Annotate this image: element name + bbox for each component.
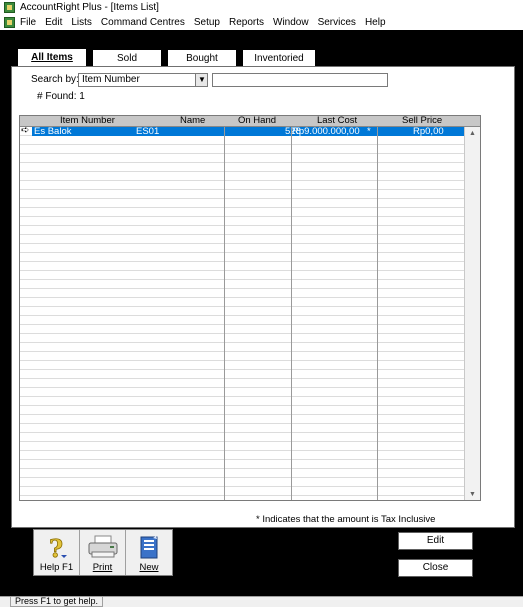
status-text: Press F1 to get help. xyxy=(10,597,104,607)
print-button-label: Print xyxy=(80,562,125,573)
tax-inclusive-note: * Indicates that the amount is Tax Inclu… xyxy=(256,514,436,525)
new-document-icon xyxy=(140,536,158,559)
grid-rows: ➪ Es Balok ES01 528 Rp9.000.000,00 * Rp0… xyxy=(20,125,464,500)
items-grid[interactable]: Item Number Name On Hand Last Cost Sell … xyxy=(19,115,481,501)
menu-file[interactable]: File xyxy=(20,16,36,29)
table-row[interactable]: Es Balok ES01 528 Rp9.000.000,00 * Rp0,0… xyxy=(32,127,464,136)
cell-sell-price: Rp0,00 xyxy=(413,126,444,137)
tab-inventoried-label: Inventoried xyxy=(254,53,304,64)
menu-edit[interactable]: Edit xyxy=(45,16,62,29)
found-label: # Found: xyxy=(37,91,77,102)
document-icon[interactable] xyxy=(4,17,15,28)
help-button[interactable]: ? Help F1 xyxy=(34,530,80,575)
new-button[interactable]: New xyxy=(126,530,172,575)
printer-icon xyxy=(88,535,117,558)
menu-command-centres[interactable]: Command Centres xyxy=(101,16,185,29)
tab-bought[interactable]: Bought xyxy=(167,49,237,67)
menu-window[interactable]: Window xyxy=(273,16,309,29)
new-label-text: New xyxy=(139,562,159,573)
column-header-sell-price[interactable]: Sell Price xyxy=(402,116,442,126)
title-bar: AccountRight Plus - [Items List] xyxy=(0,0,523,15)
column-header-item-number[interactable]: Item Number xyxy=(60,116,115,126)
status-bar: Press F1 to get help. xyxy=(0,596,523,607)
tab-sold[interactable]: Sold xyxy=(92,49,162,67)
menu-setup[interactable]: Setup xyxy=(194,16,220,29)
column-divider xyxy=(291,127,292,500)
search-by-select[interactable]: Item Number ▼ xyxy=(78,73,208,87)
column-header-on-hand[interactable]: On Hand xyxy=(238,116,276,126)
help-button-label: Help F1 xyxy=(39,562,74,573)
close-button[interactable]: Close xyxy=(398,559,473,577)
found-count: # Found: 1 xyxy=(37,91,85,103)
scroll-up-icon[interactable]: ▲ xyxy=(465,129,480,139)
column-header-name[interactable]: Name xyxy=(180,116,205,126)
search-input[interactable] xyxy=(212,73,388,87)
new-button-label: New xyxy=(126,562,172,573)
row-pointer-icon: ➪ xyxy=(21,125,30,136)
edit-button[interactable]: Edit xyxy=(398,532,473,550)
vertical-scrollbar[interactable]: ▲ ▼ xyxy=(464,127,480,500)
menu-bar: File Edit Lists Command Centres Setup Re… xyxy=(0,15,523,30)
tab-all-items[interactable]: All Items xyxy=(17,48,87,68)
tab-bought-label: Bought xyxy=(186,53,218,64)
window-title: AccountRight Plus - [Items List] xyxy=(20,2,159,13)
tax-inclusive-flag: * xyxy=(367,126,371,137)
help-question-icon: ? xyxy=(48,535,67,561)
print-button[interactable]: Print xyxy=(80,530,126,575)
grid-header: Item Number Name On Hand Last Cost Sell … xyxy=(20,116,480,127)
tab-inventoried[interactable]: Inventoried xyxy=(242,49,316,67)
svg-text:?: ? xyxy=(49,535,63,561)
column-divider xyxy=(224,127,225,500)
bottom-toolbar: ? Help F1 Print New xyxy=(33,529,173,576)
cell-name: ES01 xyxy=(136,126,160,137)
app-icon xyxy=(4,2,15,13)
search-by-label: Search by: xyxy=(31,74,79,85)
search-by-value: Item Number xyxy=(82,74,140,85)
cell-last-cost: Rp9.000.000,00 xyxy=(292,126,360,137)
menu-help[interactable]: Help xyxy=(365,16,386,29)
found-value: 1 xyxy=(79,91,85,102)
scroll-down-icon[interactable]: ▼ xyxy=(465,490,480,500)
menu-lists[interactable]: Lists xyxy=(71,16,92,29)
column-header-last-cost[interactable]: Last Cost xyxy=(317,116,357,126)
menu-services[interactable]: Services xyxy=(318,16,356,29)
chevron-down-icon[interactable]: ▼ xyxy=(195,74,207,86)
cell-item-number: Es Balok xyxy=(34,126,72,137)
menu-reports[interactable]: Reports xyxy=(229,16,264,29)
print-label-text: Print xyxy=(92,562,113,573)
tab-all-items-label: All Items xyxy=(31,52,73,63)
tab-sold-label: Sold xyxy=(116,53,137,64)
column-divider xyxy=(377,127,378,500)
